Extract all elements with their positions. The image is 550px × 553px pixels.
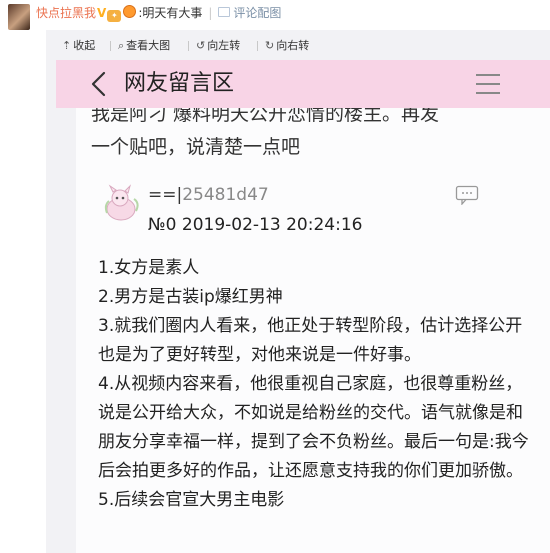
- rotate-right-icon: ↻: [265, 39, 275, 52]
- post-text-line: 一个贴吧，说清楚一点吧: [91, 136, 301, 158]
- picture-icon: [218, 7, 231, 17]
- verified-badge-icon: V: [97, 6, 107, 20]
- reply-line: 2.男方是古装ip爆红男神: [98, 287, 283, 307]
- nav-title: 网友留言区: [124, 71, 235, 96]
- message-board-nav-bar: 网友留言区: [56, 60, 550, 108]
- view-large-button[interactable]: ⌕ 查看大图: [118, 39, 170, 53]
- reply-body: 1.女方是素人 2.男方是古装ip爆红男神 3.就我们圈内人看来，他正处于转型阶…: [98, 254, 538, 515]
- toolbar-divider: [188, 41, 189, 51]
- comment-text: 明天有大事: [142, 6, 203, 20]
- reply-line: 1.女方是素人: [98, 258, 200, 278]
- reply-line: 3.就我们圈内人看来，他正处于转型阶段，估计选择公开也是为了更好转型，对他来说是…: [98, 316, 523, 365]
- view-comment-pic-link[interactable]: 评论配图: [233, 6, 281, 20]
- reply-line: 4.从视频内容来看，他很重视自己家庭，也很尊重粉丝，说是公开给大众，不如说是给粉…: [98, 374, 529, 481]
- rotate-left-icon: ↺: [196, 39, 206, 52]
- rotate-left-button[interactable]: ↺ 向左转: [196, 39, 240, 53]
- avatar[interactable]: [8, 4, 30, 30]
- reply-line: 5.后续会官宣大男主电影: [98, 490, 285, 510]
- comment-line: 快点拉黑我V ✦:明天有大事 | 评论配图: [36, 5, 281, 22]
- reply-avatar-icon: [104, 184, 139, 221]
- reply-user-id: 25481d47: [182, 185, 269, 205]
- post-screenshot-image[interactable]: 我是阿刁 爆料明天公开恋情的楼主。再发 一个贴吧，说清楚一点吧 ==|25481…: [76, 64, 550, 553]
- rotate-right-button[interactable]: ↻ 向右转: [265, 39, 309, 53]
- back-arrow-icon[interactable]: [86, 70, 112, 98]
- toolbar-divider: [110, 41, 111, 51]
- reply-meta: №0 2019-02-13 20:24:16: [148, 215, 363, 235]
- media-panel: ⇡ 收起 ⌕ 查看大图 ↺ 向左转 ↻ 向右转 我是阿刁 爆料明天公开恋情的楼主。再发 …: [46, 30, 550, 553]
- zoom-icon: ⌕: [118, 39, 125, 52]
- collapse-button[interactable]: ⇡ 收起: [62, 39, 95, 53]
- toolbar-divider: [257, 41, 258, 51]
- level-badge-icon: ✦: [107, 10, 122, 22]
- emoji-icon: [123, 5, 137, 18]
- collapse-icon: ⇡: [62, 39, 72, 52]
- reply-user: ==|25481d47: [148, 185, 269, 205]
- hamburger-menu-icon[interactable]: [476, 74, 500, 94]
- comment-user-link[interactable]: 快点拉黑我: [36, 6, 96, 20]
- reply-comment-icon: [455, 185, 479, 205]
- media-toolbar: ⇡ 收起 ⌕ 查看大图 ↺ 向左转 ↻ 向右转: [46, 30, 550, 62]
- divider: |: [208, 6, 213, 20]
